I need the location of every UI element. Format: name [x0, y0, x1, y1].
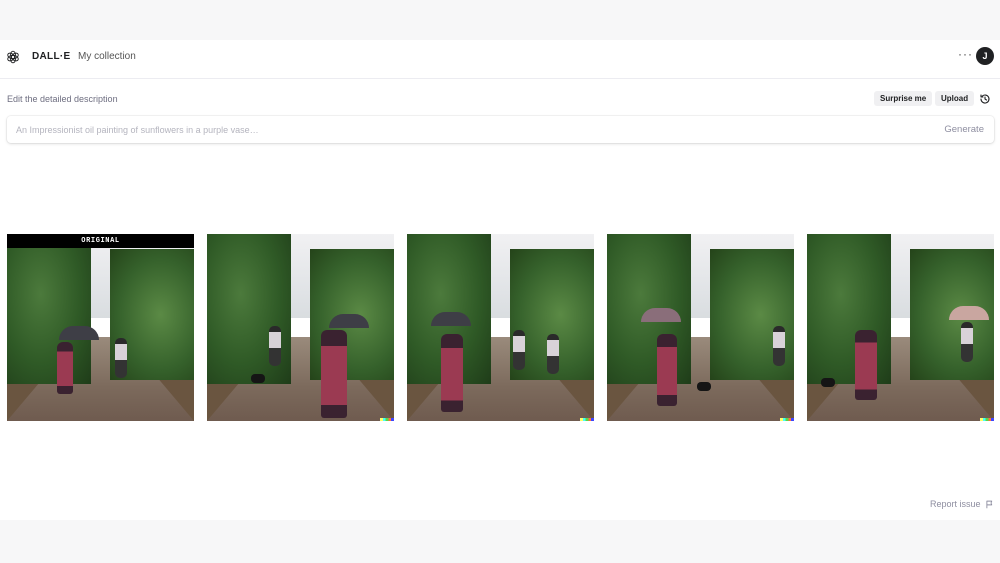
image-gallery: ORIGINAL [7, 234, 994, 421]
dalle-signature [380, 418, 394, 421]
variation-image-1[interactable] [207, 234, 394, 421]
history-icon[interactable] [979, 93, 991, 105]
original-image[interactable]: ORIGINAL [7, 234, 194, 421]
more-options-icon[interactable]: ··· [958, 47, 973, 61]
flag-icon [985, 500, 992, 508]
report-issue-label: Report issue [930, 499, 981, 509]
surprise-me-button[interactable]: Surprise me [874, 91, 933, 106]
dalle-signature [580, 418, 594, 421]
openai-logo-icon[interactable] [6, 50, 20, 64]
upload-button[interactable]: Upload [935, 91, 975, 106]
report-issue-link[interactable]: Report issue [930, 499, 994, 509]
original-badge: ORIGINAL [7, 234, 194, 248]
variation-image-2[interactable] [407, 234, 594, 421]
variation-image-3[interactable] [607, 234, 794, 421]
avatar[interactable]: J [976, 47, 994, 65]
top-bar: DALL·E My collection ··· J [0, 40, 1000, 79]
my-collection-link[interactable]: My collection [78, 51, 136, 62]
generate-button[interactable]: Generate [944, 124, 984, 135]
dalle-signature [980, 418, 994, 421]
brand-name[interactable]: DALL·E [32, 51, 70, 62]
dalle-signature [780, 418, 794, 421]
prompt-input[interactable] [7, 116, 907, 143]
variation-image-4[interactable] [807, 234, 994, 421]
app-panel: DALL·E My collection ··· J Edit the deta… [0, 40, 1000, 520]
description-label: Edit the detailed description [7, 94, 118, 104]
original-image-scene [7, 234, 194, 421]
prompt-box: Generate [7, 116, 994, 143]
